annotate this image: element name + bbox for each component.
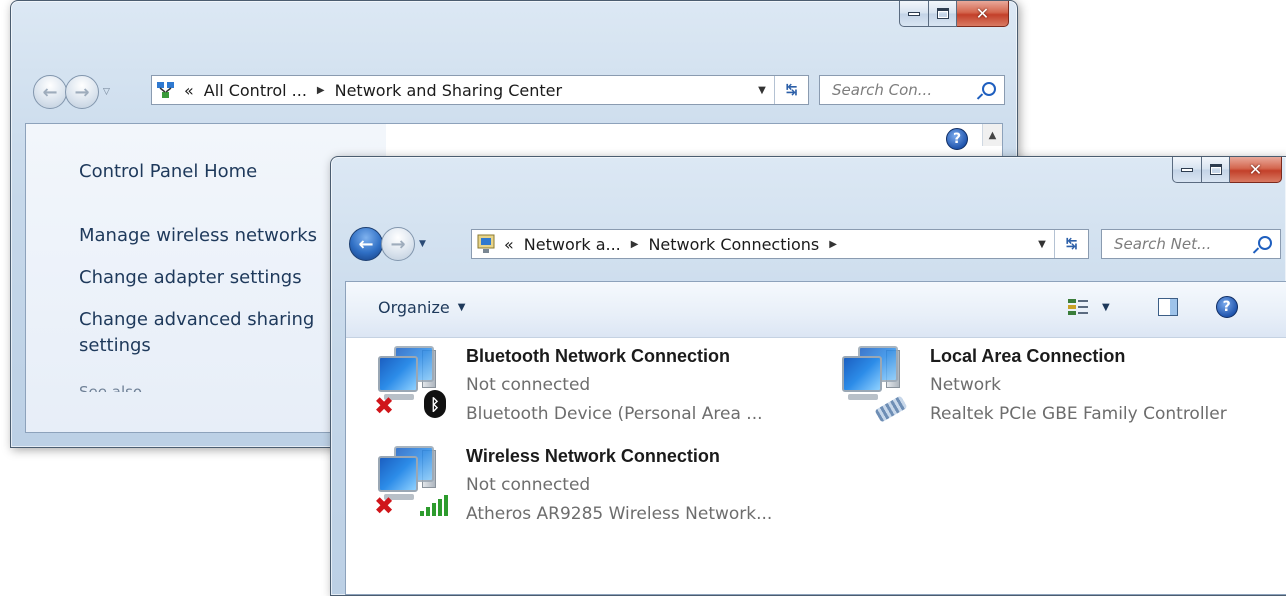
help-icon[interactable]: ? [1215,296,1238,318]
command-bar: Organize ▼ ▼ ? [346,282,1286,338]
connection-name: Bluetooth Network Connection [466,346,730,366]
refresh-icon: ↹ [1065,236,1078,252]
network-adapter-icon: ✖ ᛒ [372,342,452,422]
signal-bars-icon [420,495,448,516]
forward-button[interactable]: → [65,75,99,109]
forward-arrow-icon: → [74,81,90,103]
breadcrumb-separator-icon[interactable]: ▶ [631,239,639,250]
minimize-icon [908,11,920,16]
connection-item-wireless[interactable]: ✖ Wireless Network Connection Not connec… [372,442,772,529]
change-view-icon[interactable] [1068,297,1088,317]
breadcrumb-separator-icon[interactable]: ▶ [317,85,325,96]
network-adapter-icon: ✖ [372,442,452,522]
search-icon[interactable] [1258,236,1272,250]
breadcrumb-all-control-panel[interactable]: All Control ... [204,81,307,100]
connection-status: Not connected [466,375,591,395]
breadcrumb-network-and-sharing[interactable]: Network a... [524,235,621,254]
main-content: Organize ▼ ▼ ? ✖ ᛒ Bluetooth Network Con… [345,281,1286,595]
minimize-button[interactable] [899,1,929,27]
bluetooth-icon: ᛒ [424,390,446,418]
maximize-icon [936,8,949,19]
search-box[interactable]: Search Net... [1101,229,1281,259]
disconnected-x-icon: ✖ [374,392,395,420]
back-button[interactable]: ← [33,75,67,109]
ethernet-cable-icon [874,395,908,423]
address-bar[interactable]: « Network a... ▶ Network Connections ▶ ▼… [471,229,1089,259]
close-button[interactable]: ✕ [957,1,1009,27]
maximize-button[interactable] [1202,157,1230,183]
organize-label: Organize [378,298,450,317]
view-options-dropdown-icon[interactable]: ▼ [1102,302,1110,313]
recent-pages-dropdown[interactable]: ▼ [419,239,429,249]
change-adapter-settings-link[interactable]: Change adapter settings [79,266,302,290]
view-controls: ▼ ? [1068,296,1238,318]
forward-arrow-icon: → [390,233,406,255]
change-advanced-sharing-link-line2[interactable]: settings [79,334,151,358]
search-input[interactable]: Search Net... [1114,235,1211,253]
connection-device: Realtek PCIe GBE Family Controller [930,404,1227,424]
connection-status: Network [930,375,1001,395]
refresh-icon: ↹ [785,82,798,98]
navigation-buttons: ← → ▽ [33,75,113,109]
minimize-icon [1181,167,1193,172]
minimize-button[interactable] [1172,157,1202,183]
connection-device: Bluetooth Device (Personal Area ... [466,404,763,424]
breadcrumb-network-sharing-center[interactable]: Network and Sharing Center [335,81,562,100]
maximize-button[interactable] [929,1,957,27]
back-arrow-icon: ← [358,233,374,255]
manage-wireless-networks-link[interactable]: Manage wireless networks [79,224,317,248]
disconnected-x-icon: ✖ [374,492,395,520]
back-arrow-icon: ← [42,81,58,103]
navigation-buttons: ← → ▼ [349,227,429,261]
address-bar[interactable]: « All Control ... ▶ Network and Sharing … [151,75,809,105]
close-button[interactable]: ✕ [1230,157,1282,183]
search-box[interactable]: Search Con... [819,75,1005,105]
search-icon[interactable] [982,82,996,96]
change-advanced-sharing-link[interactable]: Change advanced sharing [79,308,314,332]
network-adapter-icon [836,342,916,423]
connection-name: Local Area Connection [930,346,1126,366]
address-dropdown-button[interactable]: ▼ [1030,239,1054,250]
connection-device: Atheros AR9285 Wireless Network... [466,504,773,524]
network-center-icon [156,80,176,100]
chevron-down-icon: ▼ [457,302,466,313]
address-dropdown-button[interactable]: ▼ [750,85,774,96]
close-icon: ✕ [1248,160,1263,179]
connection-item-bluetooth[interactable]: ✖ ᛒ Bluetooth Network Connection Not con… [372,342,763,429]
refresh-button[interactable]: ↹ [774,76,808,104]
search-input[interactable]: Search Con... [832,81,932,99]
help-icon: ? [946,128,968,150]
help-button[interactable]: ? [946,128,968,150]
address-overflow-chevron[interactable]: « [504,235,514,254]
connection-item-local-area[interactable]: Local Area Connection Network Realtek PC… [836,342,1227,429]
network-connections-window: ✕ ← → ▼ « Network a... ▶ Network Connect… [330,156,1286,596]
recent-pages-dropdown[interactable]: ▽ [103,87,113,97]
breadcrumb-separator-icon[interactable]: ▶ [829,239,837,250]
organize-menu[interactable]: Organize ▼ [378,298,465,317]
connection-name: Wireless Network Connection [466,446,720,466]
back-button[interactable]: ← [349,227,383,261]
maximize-icon [1209,164,1222,175]
scroll-up-button[interactable]: ▲ [982,124,1002,146]
see-also-heading: See also [79,383,143,392]
refresh-button[interactable]: ↹ [1054,230,1088,258]
forward-button[interactable]: → [381,227,415,261]
network-connections-icon [476,234,496,254]
close-icon: ✕ [975,4,990,23]
connection-status: Not connected [466,475,591,495]
breadcrumb-network-connections[interactable]: Network Connections [648,235,819,254]
address-overflow-chevron[interactable]: « [184,81,194,100]
caption-buttons: ✕ [1172,157,1282,183]
control-panel-home-link[interactable]: Control Panel Home [79,160,257,184]
preview-pane-icon[interactable] [1157,298,1178,316]
caption-buttons: ✕ [899,1,1009,27]
